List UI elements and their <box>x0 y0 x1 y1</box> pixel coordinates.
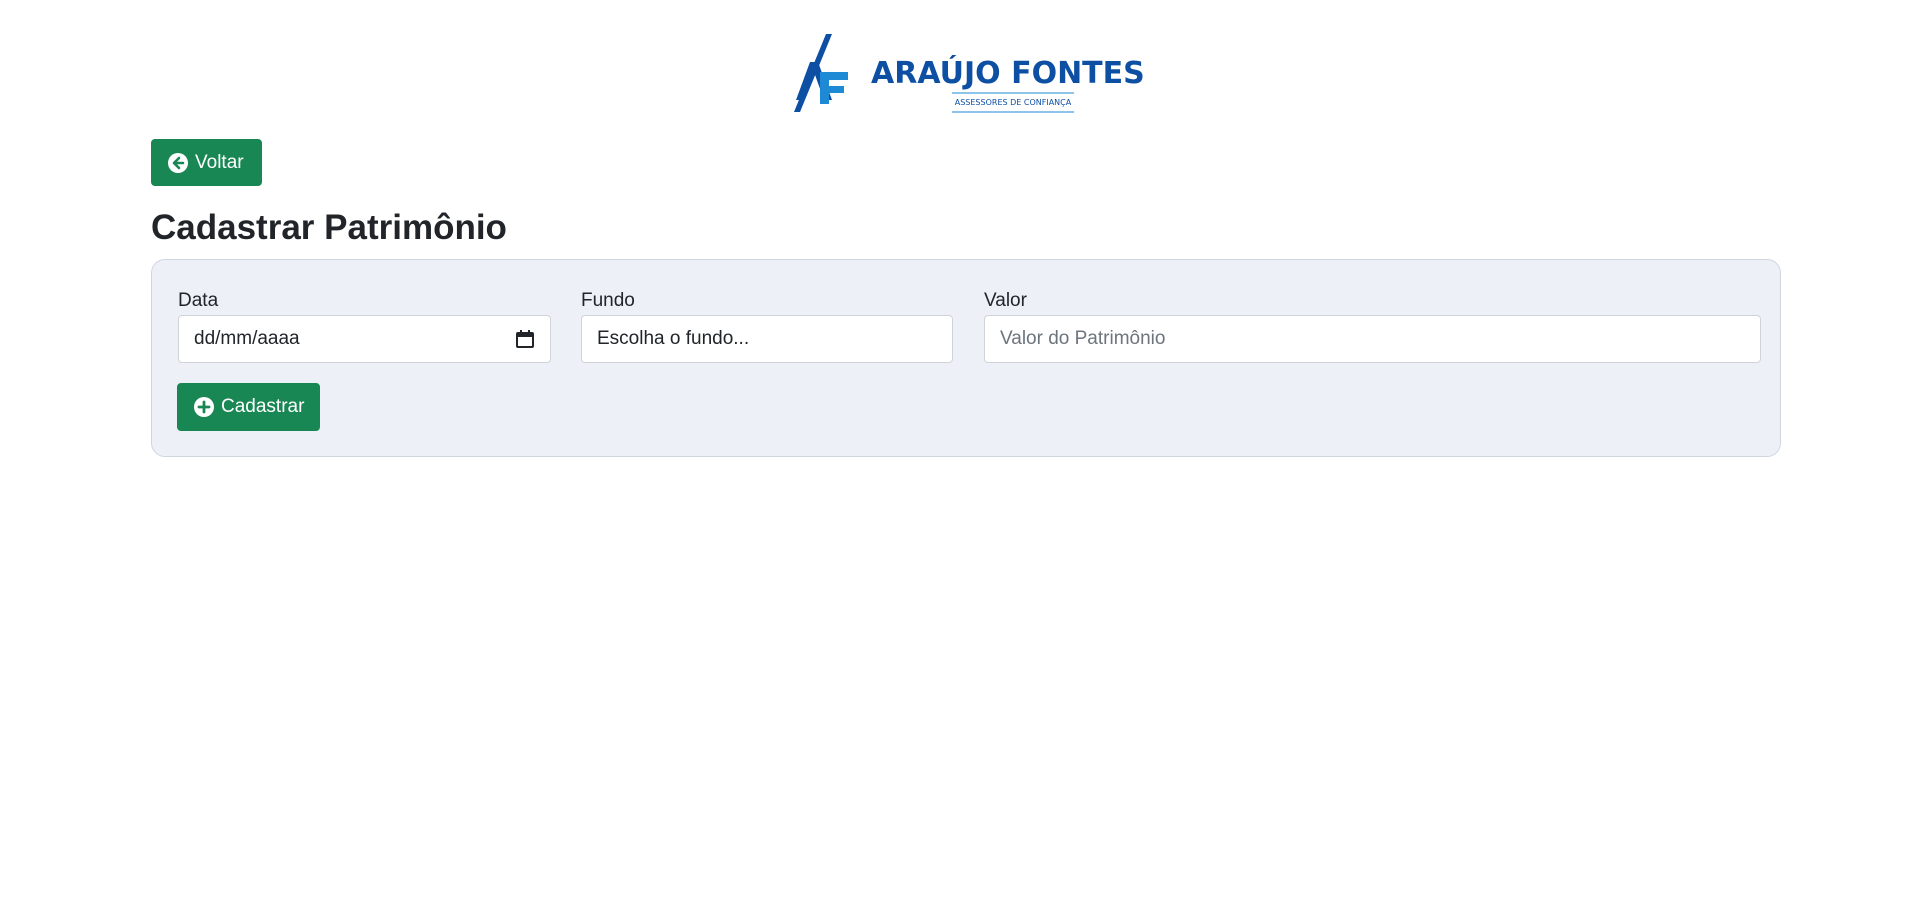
valor-input[interactable] <box>984 315 1761 363</box>
submit-button-label: Cadastrar <box>221 396 305 417</box>
back-button[interactable]: Voltar <box>151 139 262 186</box>
valor-label: Valor <box>984 290 1027 311</box>
fundo-label: Fundo <box>581 290 635 311</box>
svg-text:ARAÚJO FONTES: ARAÚJO FONTES <box>871 54 1145 91</box>
company-logo: ARAÚJO FONTES ASSESSORES DE CONFIANÇA <box>786 32 1148 116</box>
form-card: Data dd/mm/aaaa Fundo Escolha o fundo...… <box>151 259 1781 457</box>
date-input[interactable]: dd/mm/aaaa <box>178 315 551 363</box>
page-title: Cadastrar Patrimônio <box>151 208 507 247</box>
page: ARAÚJO FONTES ASSESSORES DE CONFIANÇA Vo… <box>0 0 1915 909</box>
date-input-placeholder: dd/mm/aaaa <box>194 328 300 349</box>
submit-button[interactable]: Cadastrar <box>177 383 320 431</box>
calendar-icon[interactable] <box>515 329 535 349</box>
svg-text:ASSESSORES DE CONFIANÇA: ASSESSORES DE CONFIANÇA <box>955 98 1072 107</box>
fundo-select-value: Escolha o fundo... <box>597 328 750 349</box>
plus-circle-icon <box>194 397 214 417</box>
data-label: Data <box>178 290 219 311</box>
fundo-select[interactable]: Escolha o fundo... <box>581 315 953 363</box>
valor-input-field[interactable] <box>1000 328 1745 350</box>
back-button-label: Voltar <box>195 151 244 173</box>
arrow-left-circle-icon <box>168 152 188 173</box>
